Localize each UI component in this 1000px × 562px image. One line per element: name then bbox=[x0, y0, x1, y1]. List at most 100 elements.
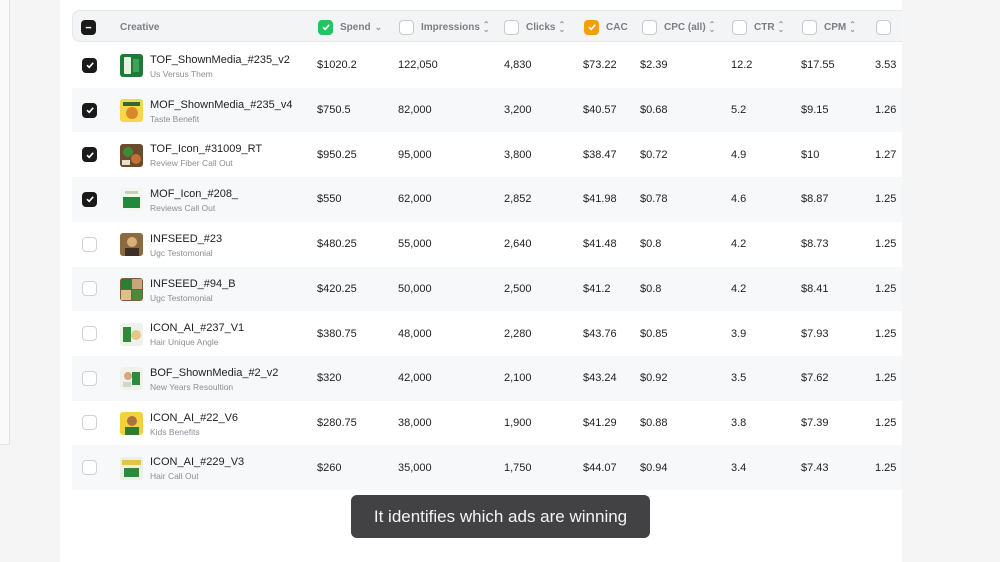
cell-spend: $380.75 bbox=[317, 327, 357, 340]
cell-spend: $320 bbox=[317, 372, 342, 385]
table-row[interactable]: INFSEED_#23 Ugc Testomonial $480.25 55,000 2… bbox=[72, 222, 902, 267]
cell-cac: $41.29 bbox=[583, 416, 617, 429]
creative-thumbnail bbox=[120, 277, 143, 301]
cac-column-checkbox[interactable] bbox=[584, 19, 599, 35]
cell-cpm: $8.87 bbox=[801, 193, 829, 206]
column-cpc-label: CPC (all) bbox=[664, 21, 706, 33]
creative-name[interactable]: ICON_AI_#229_V3 bbox=[150, 456, 244, 468]
cell-cac: $41.2 bbox=[583, 282, 611, 295]
row-checkbox[interactable] bbox=[82, 147, 97, 163]
row-checkbox[interactable] bbox=[82, 236, 97, 252]
cell-cpc: $0.92 bbox=[640, 372, 668, 385]
column-impressions-label: Impressions bbox=[421, 21, 480, 33]
row-checkbox[interactable] bbox=[82, 326, 97, 342]
creative-thumbnail bbox=[120, 233, 143, 257]
table-row[interactable]: INFSEED_#94_B Ugc Testomonial $420.25 50,00… bbox=[72, 266, 902, 312]
creative-name[interactable]: MOF_Icon_#208_ bbox=[150, 188, 238, 200]
next-column-checkbox[interactable] bbox=[876, 19, 891, 35]
cpc-column-checkbox[interactable] bbox=[642, 19, 657, 35]
table-row[interactable]: ICON_AI_#22_V6 Kids Benefits $280.75 38,000… bbox=[72, 401, 902, 446]
cell-ctr: 3.5 bbox=[731, 372, 747, 385]
cell-spend: $750.5 bbox=[317, 104, 351, 117]
row-checkbox[interactable] bbox=[82, 102, 97, 118]
creative-thumbnail bbox=[120, 367, 143, 391]
column-spend[interactable]: Spend ⌄ bbox=[318, 11, 382, 43]
sort-icon[interactable]: ⌃ ⌄ bbox=[558, 21, 565, 34]
cell-impressions: 38,000 bbox=[398, 416, 432, 429]
creative-angle: Reviews Call Out bbox=[150, 203, 216, 214]
select-all-checkbox[interactable] bbox=[81, 19, 96, 35]
table-row[interactable]: TOF_ShownMedia_#235_v2 Us Versus Them $102… bbox=[72, 43, 902, 88]
cell-spend: $950.25 bbox=[317, 148, 357, 161]
creative-name[interactable]: BOF_ShownMedia_#2_v2 bbox=[150, 367, 278, 379]
spend-column-checkbox[interactable] bbox=[318, 19, 333, 35]
cell-spend: $550 bbox=[317, 193, 342, 206]
column-clicks[interactable]: Clicks ⌃ ⌄ bbox=[504, 11, 565, 43]
cell-clicks: 3,200 bbox=[504, 104, 532, 117]
row-checkbox[interactable] bbox=[82, 460, 97, 476]
row-checkbox[interactable] bbox=[82, 281, 97, 297]
cell-clicks: 2,280 bbox=[504, 327, 532, 340]
left-panel bbox=[0, 0, 10, 445]
table-row[interactable]: TOF_Icon_#31009_RT Review Fiber Call Out $… bbox=[72, 132, 902, 177]
table-row[interactable]: MOF_Icon_#208_ Reviews Call Out $550 62,000… bbox=[72, 177, 902, 222]
column-next[interactable] bbox=[876, 11, 898, 43]
cell-cpm: $7.62 bbox=[801, 372, 829, 385]
select-all-cell bbox=[81, 11, 103, 43]
cell-cpm: $17.55 bbox=[801, 59, 835, 72]
chevron-down-icon[interactable]: ⌄ bbox=[375, 22, 383, 33]
creative-name[interactable]: ICON_AI_#22_V6 bbox=[150, 412, 238, 424]
column-ctr-label: CTR bbox=[754, 21, 775, 33]
cell-ctr: 3.4 bbox=[731, 461, 747, 474]
impressions-column-checkbox[interactable] bbox=[399, 19, 414, 35]
cell-spend: $260 bbox=[317, 461, 342, 474]
cell-ctr: 5.2 bbox=[731, 104, 747, 117]
table-row[interactable]: ICON_AI_#229_V3 Hair Call Out $260 35,000 1,… bbox=[72, 445, 902, 490]
cell-cpc: $0.8 bbox=[640, 238, 662, 251]
column-impressions[interactable]: Impressions ⌃ ⌄ bbox=[399, 11, 490, 43]
sort-icon[interactable]: ⌃ ⌄ bbox=[849, 21, 856, 34]
table-row[interactable]: BOF_ShownMedia_#2_v2 New Years Resoultion… bbox=[72, 355, 902, 401]
column-cpc[interactable]: CPC (all) ⌃ ⌄ bbox=[642, 11, 715, 43]
creative-thumbnail bbox=[120, 411, 143, 435]
cell-cpm: $8.73 bbox=[801, 238, 829, 251]
sort-icon[interactable]: ⌃ ⌄ bbox=[778, 21, 785, 34]
cell-extra: 1.25 bbox=[875, 193, 897, 206]
cell-extra: 1.26 bbox=[875, 104, 897, 117]
cell-cac: $43.76 bbox=[583, 327, 617, 340]
column-cpm[interactable]: CPM ⌃ ⌄ bbox=[802, 11, 856, 43]
cell-clicks: 2,640 bbox=[504, 238, 532, 251]
creative-name[interactable]: TOF_ShownMedia_#235_v2 bbox=[150, 54, 290, 66]
table-row[interactable]: ICON_AI_#237_V1 Hair Unique Angle $380.75 4… bbox=[72, 311, 902, 356]
row-checkbox[interactable] bbox=[82, 370, 97, 386]
check-icon bbox=[85, 107, 94, 114]
row-checkbox[interactable] bbox=[82, 415, 97, 431]
clicks-column-checkbox[interactable] bbox=[504, 19, 519, 35]
cell-ctr: 4.6 bbox=[731, 193, 747, 206]
ctr-column-checkbox[interactable] bbox=[732, 19, 747, 35]
creative-thumbnail bbox=[120, 143, 143, 167]
column-creative[interactable]: Creative bbox=[120, 11, 159, 43]
cell-spend: $280.75 bbox=[317, 416, 357, 429]
cell-extra: 3.53 bbox=[875, 59, 897, 72]
creative-angle: Ugc Testomonial bbox=[150, 292, 213, 303]
creative-thumbnail bbox=[120, 456, 143, 480]
row-checkbox[interactable] bbox=[82, 57, 97, 73]
creative-name[interactable]: ICON_AI_#237_V1 bbox=[150, 322, 244, 334]
creative-name[interactable]: INFSEED_#94_B bbox=[150, 278, 236, 290]
cpm-column-checkbox[interactable] bbox=[802, 19, 817, 35]
sort-icon[interactable]: ⌃ ⌄ bbox=[483, 21, 490, 34]
cell-ctr: 3.8 bbox=[731, 416, 747, 429]
column-cpm-label: CPM bbox=[824, 21, 847, 33]
creative-name[interactable]: MOF_ShownMedia_#235_v4 bbox=[150, 99, 292, 111]
row-checkbox[interactable] bbox=[82, 191, 97, 207]
sort-icon[interactable]: ⌃ ⌄ bbox=[709, 21, 716, 34]
cell-cpc: $0.78 bbox=[640, 193, 668, 206]
table-row[interactable]: MOF_ShownMedia_#235_v4 Taste Benefit $750.… bbox=[72, 87, 902, 133]
column-ctr[interactable]: CTR ⌃ ⌄ bbox=[732, 11, 784, 43]
cell-clicks: 4,830 bbox=[504, 59, 532, 72]
cell-extra: 1.27 bbox=[875, 148, 897, 161]
creative-name[interactable]: INFSEED_#23 bbox=[150, 233, 222, 245]
creative-name[interactable]: TOF_Icon_#31009_RT bbox=[150, 143, 262, 155]
column-cac[interactable]: CAC bbox=[584, 11, 628, 43]
